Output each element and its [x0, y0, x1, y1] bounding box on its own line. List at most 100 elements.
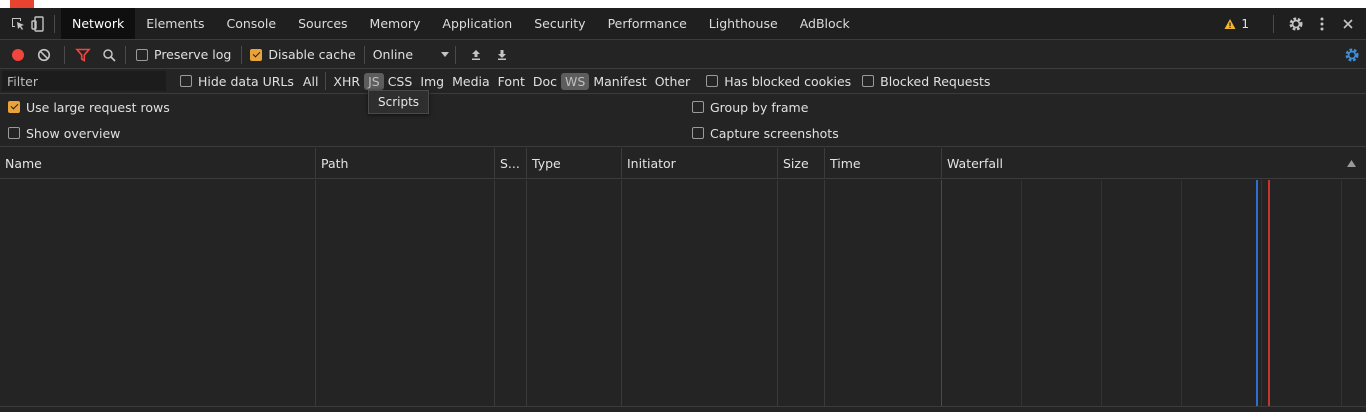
preserve-log-checkbox[interactable] — [136, 48, 148, 61]
close-icon[interactable] — [1338, 14, 1358, 34]
import-har-icon[interactable] — [466, 45, 486, 65]
tab-sources[interactable]: Sources — [287, 8, 358, 39]
app-logo — [10, 0, 34, 8]
tab-memory[interactable]: Memory — [359, 8, 432, 39]
tab-network[interactable]: Network — [61, 8, 136, 39]
issues-counter[interactable]: 1 — [1224, 17, 1249, 31]
column-name[interactable]: Name — [0, 148, 316, 179]
filter-type-xhr[interactable]: XHR — [329, 73, 364, 90]
filter-type-all[interactable]: All — [299, 73, 323, 90]
separator — [241, 45, 243, 64]
filter-type-js[interactable]: JS — [364, 72, 384, 90]
tab-lighthouse[interactable]: Lighthouse — [698, 8, 789, 39]
column-path-label: Path — [321, 156, 349, 171]
filter-type-doc[interactable]: Doc — [529, 73, 561, 90]
network-toolbar: Preserve log Disable cache Online — [0, 41, 1366, 69]
column-waterfall[interactable]: Waterfall — [942, 148, 1366, 179]
column-path[interactable]: Path — [316, 148, 495, 179]
tab-adblock[interactable]: AdBlock — [789, 8, 861, 39]
column-waterfall-label: Waterfall — [947, 156, 1003, 171]
warning-count: 1 — [1241, 16, 1249, 31]
tab-performance[interactable]: Performance — [597, 8, 698, 39]
summary-status-bar — [0, 406, 1366, 412]
column-type[interactable]: Type — [527, 148, 622, 179]
filter-input[interactable] — [2, 71, 166, 91]
column-time[interactable]: Time — [825, 148, 942, 179]
waterfall-gridline — [1341, 180, 1342, 412]
page-toolbar-clipped — [0, 0, 1366, 8]
column-status[interactable]: S... — [495, 148, 527, 179]
column-size[interactable]: Size — [778, 148, 825, 179]
clear-icon[interactable] — [34, 45, 54, 65]
column-size-label: Size — [783, 156, 809, 171]
show-overview-checkbox[interactable] — [8, 127, 20, 139]
requests-table-header: Name Path S... Type Initiator Size Time … — [0, 148, 1366, 179]
separator — [454, 45, 456, 64]
column-divider — [315, 180, 316, 412]
inspect-element-icon[interactable] — [8, 14, 28, 34]
capture-screenshots-label: Capture screenshots — [710, 125, 839, 141]
filter-type-img[interactable]: Img — [416, 73, 448, 90]
tab-elements[interactable]: Elements — [135, 8, 215, 39]
warning-icon — [1224, 18, 1236, 29]
filter-type-font[interactable]: Font — [494, 73, 529, 90]
filter-type-css[interactable]: CSS — [384, 73, 417, 90]
column-divider — [824, 180, 825, 412]
column-initiator[interactable]: Initiator — [622, 148, 778, 179]
kebab-menu-icon[interactable] — [1312, 14, 1332, 34]
has-blocked-cookies-checkbox[interactable] — [706, 75, 719, 87]
filter-options: Hide data URLs All XHR JS CSS Img Media Font Do… — [180, 69, 990, 93]
chevron-down-icon — [440, 51, 449, 57]
separator — [363, 45, 365, 64]
waterfall-gridline — [1261, 180, 1262, 412]
network-settings-gear-icon[interactable] — [1342, 45, 1362, 65]
group-by-frame-checkbox[interactable] — [692, 101, 704, 113]
separator — [325, 72, 327, 90]
column-divider — [494, 180, 495, 412]
hide-data-urls-label: Hide data URLs — [198, 73, 294, 89]
group-by-frame-setting: Group by frame — [692, 97, 808, 117]
column-divider — [526, 180, 527, 412]
column-divider — [621, 180, 622, 412]
preserve-log-label: Preserve log — [154, 47, 232, 62]
resource-type-filters: All XHR JS CSS Img Media Font Doc WS Manifest Othe… — [299, 72, 694, 90]
filter-icon[interactable] — [73, 45, 93, 65]
large-rows-setting: Use large request rows — [8, 97, 170, 117]
has-blocked-cookies-label: Has blocked cookies — [724, 73, 852, 89]
tab-application[interactable]: Application — [431, 8, 523, 39]
disable-cache-checkbox[interactable] — [250, 48, 263, 61]
column-status-label: S... — [500, 156, 520, 171]
tab-console[interactable]: Console — [215, 8, 287, 39]
column-initiator-label: Initiator — [627, 156, 676, 171]
column-divider — [941, 180, 942, 412]
hide-data-urls-checkbox[interactable] — [180, 75, 192, 87]
filter-type-manifest[interactable]: Manifest — [589, 73, 650, 90]
record-icon[interactable] — [8, 45, 28, 65]
panel-tabs: Network Elements Console Sources Memory Appli… — [61, 8, 861, 39]
separator — [1273, 14, 1274, 33]
devtools-tab-bar: Network Elements Console Sources Memory Appli… — [0, 8, 1366, 40]
throttling-select[interactable]: Online — [373, 47, 449, 62]
show-overview-setting: Show overview — [8, 123, 120, 143]
filter-type-ws[interactable]: WS — [561, 72, 590, 90]
gear-icon[interactable] — [1286, 14, 1306, 34]
network-settings-pane: Use large request rows Show overview Gro… — [0, 95, 1366, 147]
capture-screenshots-setting: Capture screenshots — [692, 123, 839, 143]
disable-cache-label: Disable cache — [268, 47, 356, 62]
waterfall-gridline — [1021, 180, 1022, 412]
large-rows-checkbox[interactable] — [8, 101, 20, 113]
blocked-requests-checkbox[interactable] — [862, 75, 875, 87]
blocked-requests-label: Blocked Requests — [880, 73, 991, 89]
search-icon[interactable] — [99, 45, 119, 65]
capture-screenshots-checkbox[interactable] — [692, 127, 704, 139]
filter-tooltip: Scripts — [368, 90, 430, 114]
requests-table-body[interactable] — [0, 180, 1366, 412]
waterfall-gridline — [1181, 180, 1182, 412]
tab-security[interactable]: Security — [523, 8, 596, 39]
filter-type-other[interactable]: Other — [651, 73, 695, 90]
filter-type-media[interactable]: Media — [448, 73, 494, 90]
device-toolbar-icon[interactable] — [28, 14, 48, 34]
load-event-line — [1268, 180, 1270, 412]
export-har-icon[interactable] — [492, 45, 512, 65]
column-divider — [777, 180, 778, 412]
